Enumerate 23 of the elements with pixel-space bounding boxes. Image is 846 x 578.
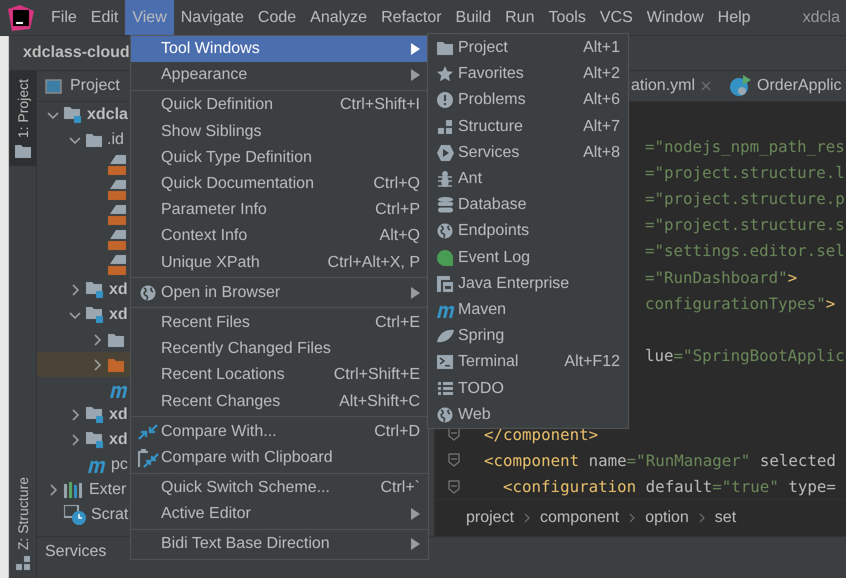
code-line: lue="SpringBootApplic bbox=[645, 346, 845, 366]
panel-title: Project bbox=[70, 77, 120, 95]
code-line: ="settings.editor.sel bbox=[645, 241, 845, 260]
tree-item-label: Exter bbox=[89, 480, 126, 498]
tree-item-label: Scrat bbox=[91, 506, 128, 524]
panel-title: Services bbox=[45, 543, 106, 561]
code-line: ="project.structure.l bbox=[645, 162, 845, 182]
code-line: <component name="RunManager" selected bbox=[484, 450, 836, 470]
code-line: ="project.structure.p bbox=[645, 188, 845, 208]
tree-item-label: xd bbox=[109, 280, 128, 298]
code-line: ="project.structure.s bbox=[645, 215, 845, 234]
tree-item-label: xdcla bbox=[87, 106, 128, 124]
code-line: ="RunDashboard"> bbox=[645, 268, 798, 287]
code-line: ="nodejs_npm_path_res bbox=[645, 136, 845, 156]
code-line: </component> bbox=[484, 424, 598, 444]
tree-item-label: xd bbox=[109, 306, 128, 324]
tree-item-label: xd bbox=[109, 406, 128, 424]
tree-item-label: .id bbox=[107, 130, 124, 148]
code-line: configurationTypes"> bbox=[645, 294, 836, 313]
tree-item-label: xd bbox=[109, 430, 128, 448]
window-title: xdcla bbox=[802, 8, 841, 26]
code-line: <configuration default="true" type= bbox=[503, 477, 836, 496]
tree-item-label: pc bbox=[111, 456, 128, 474]
